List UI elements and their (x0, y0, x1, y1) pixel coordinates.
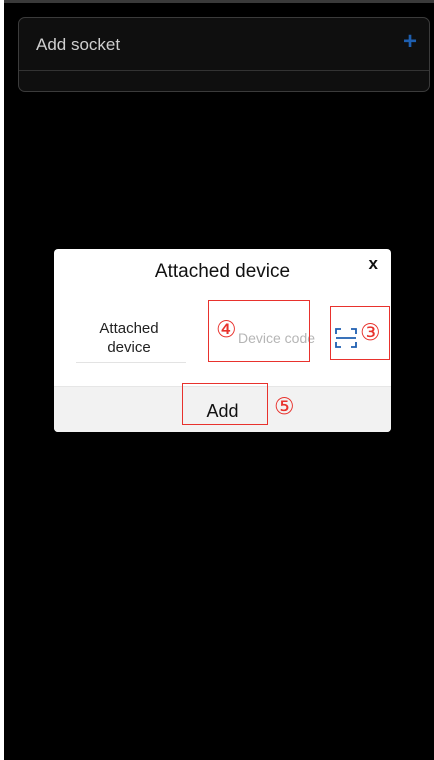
add-icon[interactable]: + (403, 28, 417, 56)
annotation-marker-3: ③ (360, 320, 381, 346)
attached-device-label: Attached device (78, 319, 180, 357)
field-label-line-2: device (107, 339, 151, 356)
annotation-marker-5: ⑤ (274, 394, 295, 420)
status-bar-edge (4, 0, 434, 3)
annotation-marker-4: ④ (216, 317, 237, 343)
annotation-box-add (182, 383, 268, 425)
card-divider (19, 70, 429, 71)
dialog-title: Attached device (154, 261, 291, 282)
add-socket-title: Add socket (36, 35, 121, 54)
field-label-line-1: Attached (99, 320, 159, 337)
close-button[interactable]: x (369, 254, 378, 274)
field-underline (76, 362, 186, 363)
add-socket-card: Add socket + (18, 17, 430, 92)
